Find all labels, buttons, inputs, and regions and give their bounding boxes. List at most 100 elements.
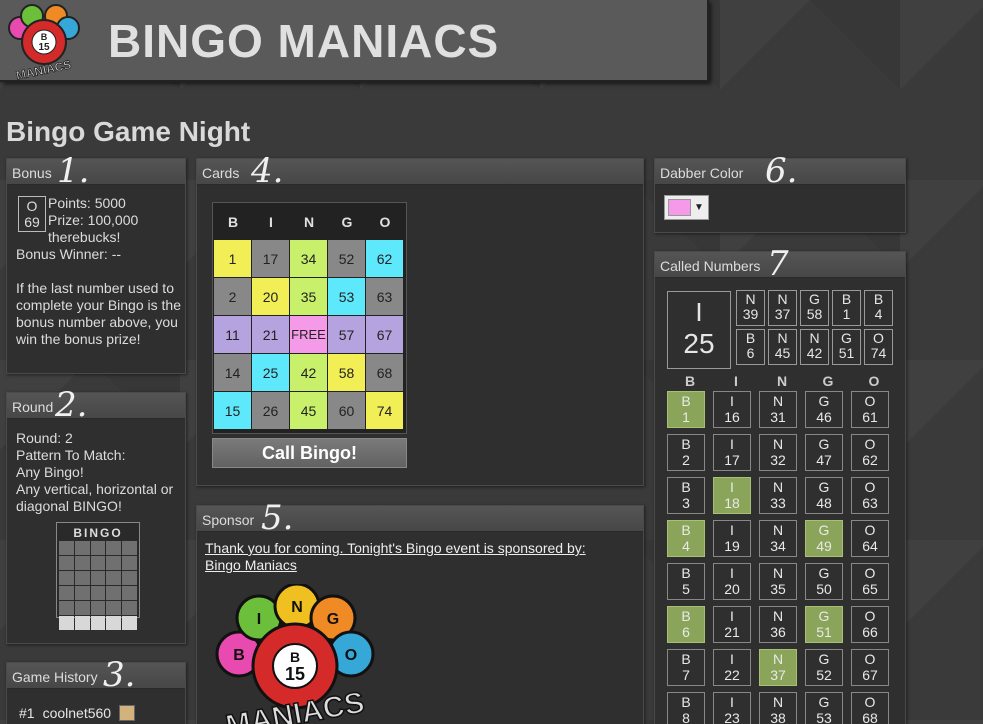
called-number-value: 20 [724,581,740,597]
called-board-column-header: B [684,373,696,389]
bingo-card-cell[interactable]: 52 [328,240,365,277]
bingo-card: B I N G O 1 17 34 52 62 2 20 35 53 63 11 21 FREE 57 67 14 25… [212,202,407,434]
called-number: N 33 [759,477,797,514]
dabber-color-picker[interactable]: ▼ [664,195,709,220]
recent-call-letter: N [745,291,756,307]
called-number-letter: O [864,393,876,409]
called-numbers-panel: Called Numbers 7 I 25 N 39 N 37 G 58 B 1 B 4 B 6 N 45… [654,244,906,724]
round-panel: Round 2. Round: 2 Pattern To Match: Any … [6,385,186,644]
called-number-value: 53 [816,710,832,724]
called-number: O 64 [851,520,889,557]
bingo-card-cell[interactable]: 21 [252,316,289,353]
mini-card-cell [74,601,90,615]
step-number-6: 6. [765,151,798,191]
recent-call-number: 58 [806,306,823,322]
called-number-value: 22 [724,667,740,683]
called-number-value: 2 [682,452,690,468]
bingo-card-cell[interactable]: 74 [366,392,403,429]
bingo-card-cell[interactable]: 67 [366,316,403,353]
called-number-letter: I [730,651,734,667]
sponsor-logo-letter-n: N [291,599,303,616]
bingo-card-cell[interactable]: 17 [252,240,289,277]
called-number-value: 67 [862,667,878,683]
bingo-card-cell[interactable]: 42 [290,354,327,391]
called-number-hit: B4 [667,520,705,557]
bingo-card-cell[interactable]: 35 [290,278,327,315]
sponsor-logo-letter-g: G [327,611,339,628]
call-bingo-button[interactable]: Call Bingo! [212,438,407,468]
bingo-card-cell[interactable]: 25 [252,354,289,391]
chevron-down-icon: ▼ [694,202,704,213]
called-number: G 52 [805,649,843,686]
recent-call-letter: N [777,330,788,346]
mini-card-cell [90,571,106,585]
mini-card-cell [106,571,122,585]
mini-card-cell [74,571,90,585]
called-number-value: 62 [862,452,878,468]
called-number-letter: N [772,522,784,538]
mini-card-cell [74,541,90,555]
called-number-value: 37 [770,667,786,683]
mini-card-cell [106,541,122,555]
sponsor-logo[interactable]: B I N G O B 15 MANIACS [209,584,379,724]
history-row: #1 coolnet560 [19,705,136,721]
recent-call-ball: N 39 [736,290,765,326]
bonus-panel-title: Bonus [12,165,52,181]
called-number: B8 [667,692,705,724]
bingo-card-cell[interactable]: 58 [328,354,365,391]
pattern-name: Any Bingo! [16,464,84,480]
recent-call-letter: B [873,291,884,307]
bingo-card-cell[interactable]: 34 [290,240,327,277]
called-number-letter: N [772,565,784,581]
bonus-info: Points: 5000 Prize: 100,000 therebucks! [48,195,138,246]
bingo-card-column-header: G [341,214,353,230]
bingo-card-cell[interactable]: 57 [328,316,365,353]
bingo-card-free-space[interactable]: FREE [290,316,327,353]
called-number-letter: G [818,651,830,667]
bingo-card-cell[interactable]: 63 [366,278,403,315]
called-number-value: 65 [862,581,878,597]
round-panel-header: Round 2. [7,385,185,425]
called-number-value: 8 [682,710,690,724]
called-number-value: 36 [770,624,786,640]
called-number-hit: N 37 [759,649,797,686]
recent-call-number: 42 [806,345,823,361]
dabber-color-swatch [668,199,691,216]
mini-card-cell [59,586,74,600]
bingo-card-cell[interactable]: 62 [366,240,403,277]
called-number-value: 47 [816,452,832,468]
bingo-maniacs-logo[interactable]: B 15 MANIACS [4,2,84,80]
round-info: Round: 2 Pattern To Match: Any Bingo! An… [16,430,186,515]
called-number-value: 38 [770,710,786,724]
bingo-card-cell[interactable]: 1 [214,240,251,277]
bonus-points: Points: 5000 [48,195,126,211]
called-number: B2 [667,434,705,471]
called-number-letter: B [681,565,691,581]
recent-call-number: 74 [870,345,887,361]
bingo-card-cell[interactable]: 45 [290,392,327,429]
bingo-card-cell[interactable]: 20 [252,278,289,315]
called-number: I 22 [713,649,751,686]
called-number: G 48 [805,477,843,514]
called-number-letter: O [864,522,876,538]
bingo-card-cell[interactable]: 11 [214,316,251,353]
called-number-value: 63 [862,495,878,511]
bonus-ball-number: 69 [24,214,40,230]
bingo-card-cell[interactable]: 53 [328,278,365,315]
called-number-letter: O [864,479,876,495]
called-number-letter: O [864,608,876,624]
called-number-value: 16 [724,409,740,425]
bingo-card-cell[interactable]: 60 [328,392,365,429]
mini-card-cell [90,601,106,615]
bingo-card-cell[interactable]: 14 [214,354,251,391]
sponsor-link[interactable]: Thank you for coming. Tonight's Bingo ev… [205,540,586,574]
bingo-card-column-header: I [269,214,273,230]
called-number-value: 6 [682,624,690,640]
bingo-card-cell[interactable]: 26 [252,392,289,429]
bingo-card-cell[interactable]: 2 [214,278,251,315]
mini-card-cell [59,541,74,555]
called-number: N 31 [759,391,797,428]
bingo-card-cell[interactable]: 15 [214,392,251,429]
bingo-card-cell[interactable]: 68 [366,354,403,391]
called-number: I 20 [713,563,751,600]
